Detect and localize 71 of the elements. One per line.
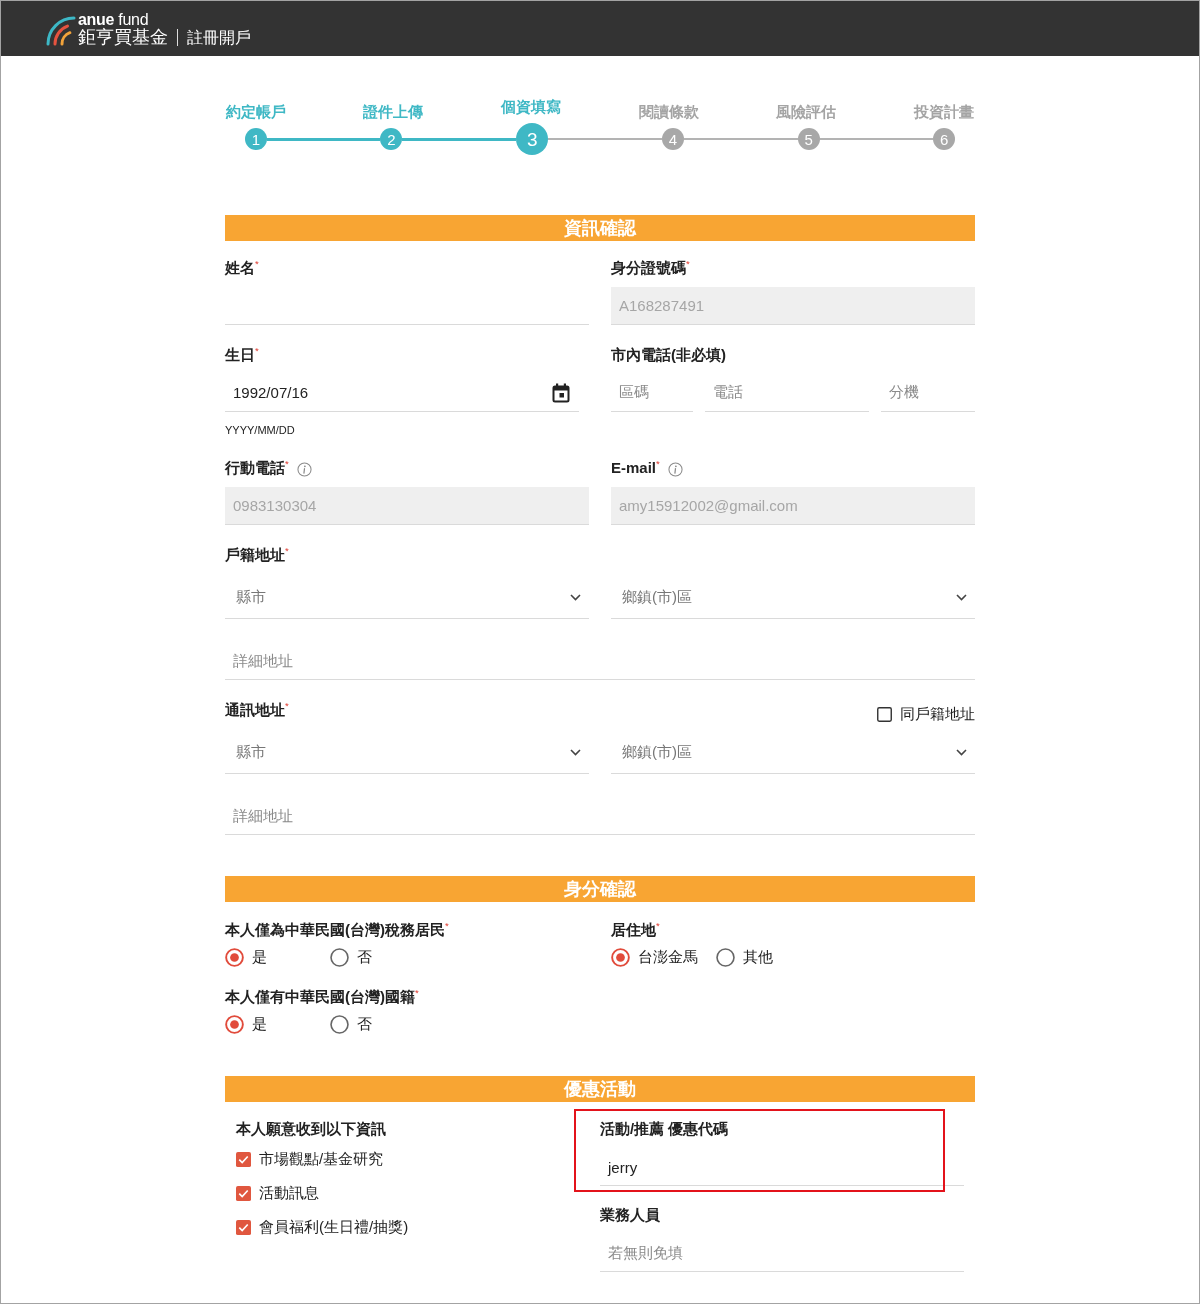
step-label: 證件上傳: [363, 103, 424, 121]
radio-icon[interactable]: [716, 947, 735, 967]
field-label: 身分證號碼$^{*}$: [611, 258, 690, 278]
input-field[interactable]: 詳細地址: [225, 798, 975, 835]
input-field[interactable]: 分機: [881, 374, 975, 412]
radio-option[interactable]: 否: [330, 1014, 435, 1034]
checkbox-option[interactable]: 會員福利(生日禮/抽獎): [236, 1217, 409, 1237]
chevron-down-icon[interactable]: [570, 749, 581, 756]
checkbox-icon[interactable]: [236, 1151, 251, 1167]
radio-option[interactable]: 否: [330, 947, 435, 967]
checkbox-option[interactable]: 市場觀點/基金研究: [236, 1149, 409, 1169]
checkbox-icon[interactable]: [877, 706, 892, 722]
section-header: 優惠活動: [225, 1076, 975, 1102]
date-field[interactable]: 1992/07/16: [225, 374, 579, 412]
checkbox-option[interactable]: 活動訊息: [236, 1183, 409, 1203]
step-number: 4: [661, 128, 684, 150]
step-number: 6: [933, 128, 956, 150]
field-label: 活動/推薦 優惠代碼: [600, 1119, 729, 1139]
radio-option[interactable]: 是: [225, 1014, 330, 1034]
calendar-icon[interactable]: [552, 382, 570, 403]
question-label: 居住地$^{*}$: [611, 920, 660, 940]
field-label: 通訊地址$^{*}$: [225, 700, 289, 720]
field-label: 行動電話$^{*}$: [225, 458, 289, 478]
step-label: 閱讀條款: [638, 103, 699, 121]
field-label: E-mail$^{*}$: [611, 458, 660, 478]
brand-wordmark: anue fund: [78, 11, 149, 27]
input-field[interactable]: 區碼: [611, 374, 693, 412]
checkbox-option[interactable]: 同戶籍地址: [877, 704, 975, 724]
select-field[interactable]: 鄉鎮(市)區: [611, 577, 975, 619]
radio-option[interactable]: 其他: [716, 947, 821, 967]
field-label: 本人願意收到以下資訊: [236, 1119, 386, 1139]
field-label: 市內電話(非必填): [611, 345, 726, 365]
step-number: 2: [380, 128, 403, 150]
chevron-down-icon[interactable]: [956, 594, 967, 601]
radio-icon[interactable]: [330, 947, 349, 967]
input-field[interactable]: jerry: [600, 1149, 964, 1186]
brand-name: 鉅亨買基金: [78, 26, 168, 48]
chevron-down-icon[interactable]: [956, 749, 967, 756]
input-field[interactable]: 詳細地址: [225, 643, 975, 680]
field-label: 戶籍地址$^{*}$: [225, 545, 289, 565]
page-title: 註冊開戶: [187, 27, 251, 48]
field-label: 生日$^{*}$: [225, 345, 259, 365]
format-hint: YYYY/MM/DD: [225, 423, 295, 438]
step-number: 1: [244, 128, 267, 150]
radio-icon[interactable]: [225, 947, 244, 967]
input-field[interactable]: 若無則免填: [600, 1235, 964, 1272]
question-label: 本人僅為中華民國(台灣)稅務居民$^{*}$: [225, 920, 449, 940]
arcs-logo-icon: [46, 16, 76, 46]
field-label: 業務人員: [600, 1205, 660, 1225]
step-number: 5: [797, 128, 820, 150]
radio-icon[interactable]: [225, 1014, 244, 1034]
radio-option[interactable]: 台澎金馬: [611, 947, 716, 967]
section-header: 身分確認: [225, 876, 975, 902]
radio-option[interactable]: 是: [225, 947, 330, 967]
step-label: 個資填寫: [501, 98, 562, 117]
select-field[interactable]: 縣市: [225, 732, 589, 774]
chevron-down-icon[interactable]: [570, 594, 581, 601]
question-label: 本人僅有中華民國(台灣)國籍$^{*}$: [225, 987, 419, 1007]
select-field[interactable]: 鄉鎮(市)區: [611, 732, 975, 774]
step-label: 投資計畫: [914, 103, 975, 121]
step-number: 3: [516, 123, 549, 155]
radio-icon[interactable]: [611, 947, 630, 967]
checkbox-icon[interactable]: [236, 1219, 251, 1235]
section-header: 資訊確認: [225, 215, 975, 241]
input-field[interactable]: 電話: [705, 374, 869, 412]
radio-icon[interactable]: [330, 1014, 349, 1034]
step-label: 約定帳戶: [225, 103, 286, 121]
step-label: 風險評估: [776, 103, 837, 121]
select-field[interactable]: 縣市: [225, 577, 589, 619]
checkbox-icon[interactable]: [236, 1185, 251, 1201]
field-label: 姓名$^{*}$: [225, 258, 259, 278]
